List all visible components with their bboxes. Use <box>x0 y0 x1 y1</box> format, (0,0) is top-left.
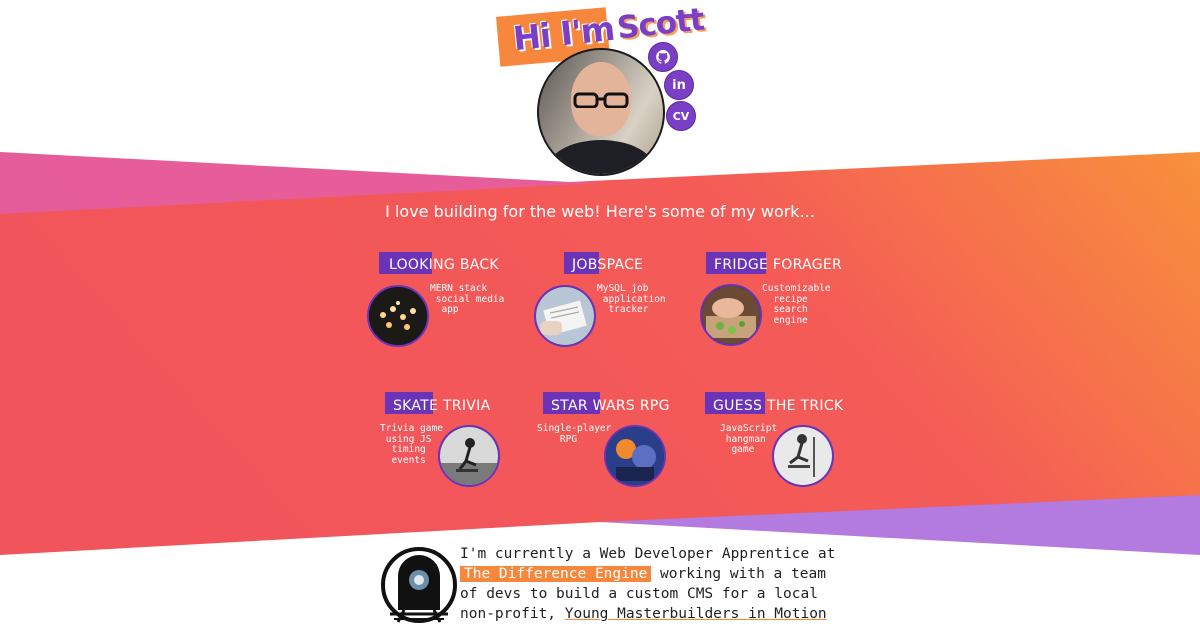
paperwork-image <box>536 287 594 345</box>
project-title-fridge-forager[interactable]: FRIDGE FORAGER <box>714 257 842 273</box>
project-title-guess-the-trick[interactable]: GUESS THE TRICK <box>713 398 843 414</box>
project-title-jobspace[interactable]: JOBSPACE <box>572 257 643 273</box>
cv-link[interactable]: CV <box>666 101 696 131</box>
project-desc-star-wars-rpg: Single-player RPG <box>537 423 612 445</box>
cooking-image <box>702 286 760 344</box>
candles-image <box>369 287 427 345</box>
avatar <box>537 48 665 176</box>
about-line2: working with a team <box>651 566 826 582</box>
project-desc-jobspace: MySQL job application tracker <box>597 283 666 315</box>
intro-text: I love building for the web! Here's some… <box>385 202 815 221</box>
project-thumb-star-wars-rpg[interactable] <box>604 425 666 487</box>
project-thumb-fridge-forager[interactable] <box>700 284 762 346</box>
org-link[interactable]: Young Masterbuilders in Motion <box>565 606 827 622</box>
project-thumb-skate-trivia[interactable] <box>438 425 500 487</box>
project-desc-looking-back: MERN stack social media app <box>430 283 505 315</box>
about-line1: I'm currently a Web Developer Apprentice… <box>460 546 836 562</box>
about-line4: non-profit, <box>460 606 565 622</box>
linkedin-icon: in <box>672 77 686 93</box>
github-icon <box>656 50 670 64</box>
project-desc-fridge-forager: Customizable recipe search engine <box>762 283 831 326</box>
company-link[interactable]: The Difference Engine <box>460 566 652 582</box>
cv-icon: CV <box>672 109 690 123</box>
project-desc-guess-the-trick: JavaScript hangman game <box>720 423 778 455</box>
project-title-skate-trivia[interactable]: SKATE TRIVIA <box>393 398 490 414</box>
project-thumb-looking-back[interactable] <box>367 285 429 347</box>
project-title-star-wars-rpg[interactable]: STAR WARS RPG <box>551 398 670 414</box>
github-link[interactable] <box>648 42 678 72</box>
about-line3: of devs to build a custom CMS for a loca… <box>460 586 818 602</box>
linkedin-link[interactable]: in <box>664 70 694 100</box>
project-thumb-guess-the-trick[interactable] <box>772 425 834 487</box>
about-text: I'm currently a Web Developer Apprentice… <box>460 544 840 624</box>
skater-image <box>440 427 498 485</box>
project-desc-skate-trivia: Trivia game using JS timing events <box>380 423 443 466</box>
train-tunnel-icon <box>381 547 457 623</box>
project-thumb-jobspace[interactable] <box>534 285 596 347</box>
project-title-looking-back[interactable]: LOOKING BACK <box>389 257 499 273</box>
starwars-image <box>606 427 664 485</box>
skate-trick-image <box>774 427 832 485</box>
glasses-icon <box>573 92 629 108</box>
